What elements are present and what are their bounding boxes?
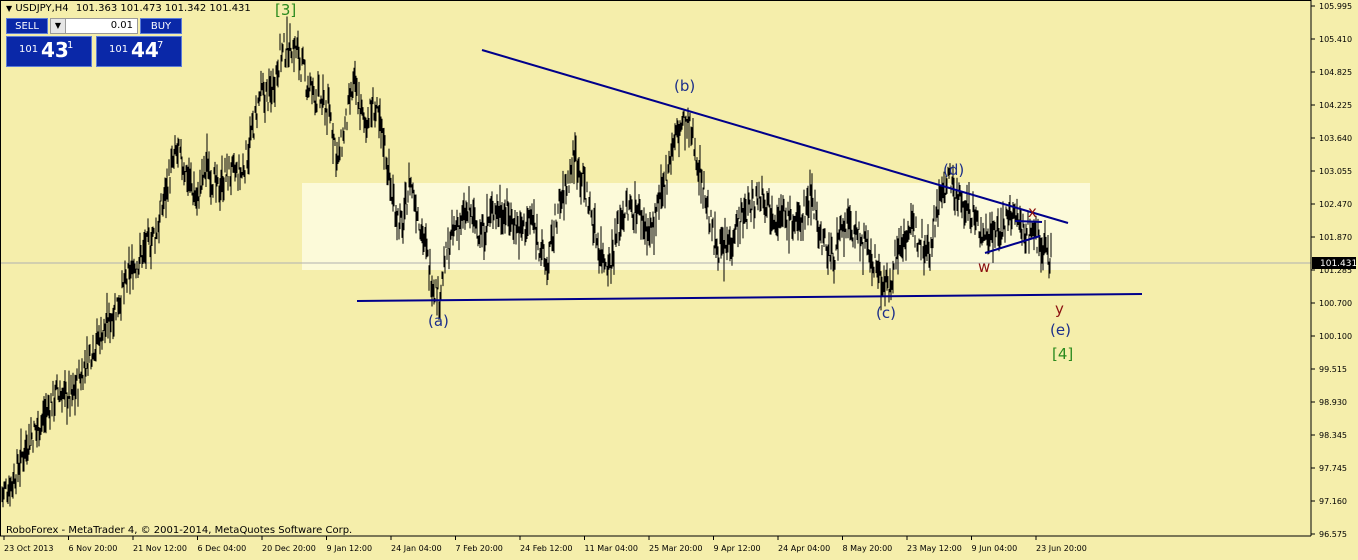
wave-d-label: (d) xyxy=(943,161,964,179)
ohlc-values: 101.363 101.473 101.342 101.431 xyxy=(75,3,251,14)
buy-button[interactable]: BUY xyxy=(140,18,182,34)
price-tick-label: 100.100 xyxy=(1319,332,1352,341)
price-chart[interactable]: 105.995 105.410 104.825 104.225 103.640 103.0… xyxy=(0,0,1358,556)
price-tick-label: 104.225 xyxy=(1319,101,1352,110)
time-tick-label: 6 Dec 04:00 xyxy=(198,544,247,553)
buy-price-sup: 7 xyxy=(157,40,164,51)
symbol-name: USDJPY,H4 xyxy=(15,3,69,14)
chevron-down-icon[interactable]: ▼ xyxy=(51,19,66,33)
time-tick-label: 21 Nov 12:00 xyxy=(133,544,187,553)
sell-button[interactable]: SELL xyxy=(6,18,48,34)
buy-price-main: 44 xyxy=(131,38,159,62)
sell-price-sup: 1 xyxy=(67,40,74,51)
sell-price-button[interactable]: 101 43 1 xyxy=(6,36,92,67)
price-tick-label: 97.745 xyxy=(1319,464,1347,473)
wave-b-label: (b) xyxy=(674,77,695,95)
price-tick-label: 104.825 xyxy=(1319,68,1352,77)
price-tick-label: 96.575 xyxy=(1319,530,1347,539)
wave-a-label: (a) xyxy=(428,312,449,330)
price-tick-label: 101.870 xyxy=(1319,233,1352,242)
time-tick-label: 6 Nov 20:00 xyxy=(69,544,118,553)
wave-3-label: [3] xyxy=(275,1,296,19)
wave-y-label: y xyxy=(1055,300,1064,318)
price-tick-label: 102.470 xyxy=(1319,200,1352,209)
price-tick-label: 105.995 xyxy=(1319,2,1352,11)
time-tick-label: 9 Jun 04:00 xyxy=(972,544,1018,553)
chart-window[interactable]: 105.995 105.410 104.825 104.225 103.640 103.0… xyxy=(0,0,1358,556)
buy-price-button[interactable]: 101 44 7 xyxy=(96,36,182,67)
time-tick-label: 9 Jan 12:00 xyxy=(327,544,373,553)
time-tick-label: 24 Apr 04:00 xyxy=(778,544,830,553)
symbol-header: ▼ USDJPY,H4 101.363 101.473 101.342 101.… xyxy=(6,3,251,14)
time-tick-label: 7 Feb 20:00 xyxy=(456,544,503,553)
price-tick-label: 103.640 xyxy=(1319,134,1352,143)
time-tick-label: 25 Mar 20:00 xyxy=(649,544,702,553)
wave-4-label: [4] xyxy=(1052,345,1073,363)
chevron-down-icon[interactable]: ▼ xyxy=(6,4,12,13)
sell-price-main: 43 xyxy=(41,38,69,62)
wave-c-label: (c) xyxy=(876,304,896,322)
price-tick-label: 98.345 xyxy=(1319,431,1347,440)
time-tick-label: 20 Dec 20:00 xyxy=(262,544,316,553)
current-price-value: 101.431 xyxy=(1320,259,1357,269)
copyright-text: RoboForex - MetaTrader 4, © 2001-2014, M… xyxy=(6,525,353,536)
wave-w-label: w xyxy=(978,258,990,276)
wave-e-label: (e) xyxy=(1050,321,1071,339)
lot-size-value[interactable]: 0.01 xyxy=(111,20,133,31)
time-tick-label: 23 Jun 20:00 xyxy=(1036,544,1087,553)
time-tick-label: 24 Jan 04:00 xyxy=(391,544,442,553)
lot-size-input[interactable]: ▼ 0.01 xyxy=(50,18,138,34)
time-tick-label: 11 Mar 04:00 xyxy=(585,544,638,553)
time-tick-label: 23 May 12:00 xyxy=(907,544,962,553)
price-tick-label: 100.700 xyxy=(1319,299,1352,308)
time-tick-label: 24 Feb 12:00 xyxy=(520,544,572,553)
price-tick-label: 103.055 xyxy=(1319,167,1352,176)
sell-price-big: 101 xyxy=(19,44,39,55)
buy-price-big: 101 xyxy=(109,44,129,55)
wave-x-label: x xyxy=(1028,203,1037,221)
price-tick-label: 99.515 xyxy=(1319,365,1347,374)
time-tick-label: 8 May 20:00 xyxy=(843,544,893,553)
price-tick-label: 98.930 xyxy=(1319,398,1347,407)
time-tick-label: 9 Apr 12:00 xyxy=(714,544,761,553)
price-tick-label: 97.160 xyxy=(1319,497,1347,506)
time-tick-label: 23 Oct 2013 xyxy=(4,544,53,553)
x-trendline[interactable] xyxy=(1014,220,1043,223)
one-click-trading-panel: SELL ▼ 0.01 BUY 101 43 1 101 44 7 xyxy=(6,18,182,67)
current-price-tag: 101.431 xyxy=(1312,257,1357,269)
price-tick-label: 105.410 xyxy=(1319,35,1352,44)
